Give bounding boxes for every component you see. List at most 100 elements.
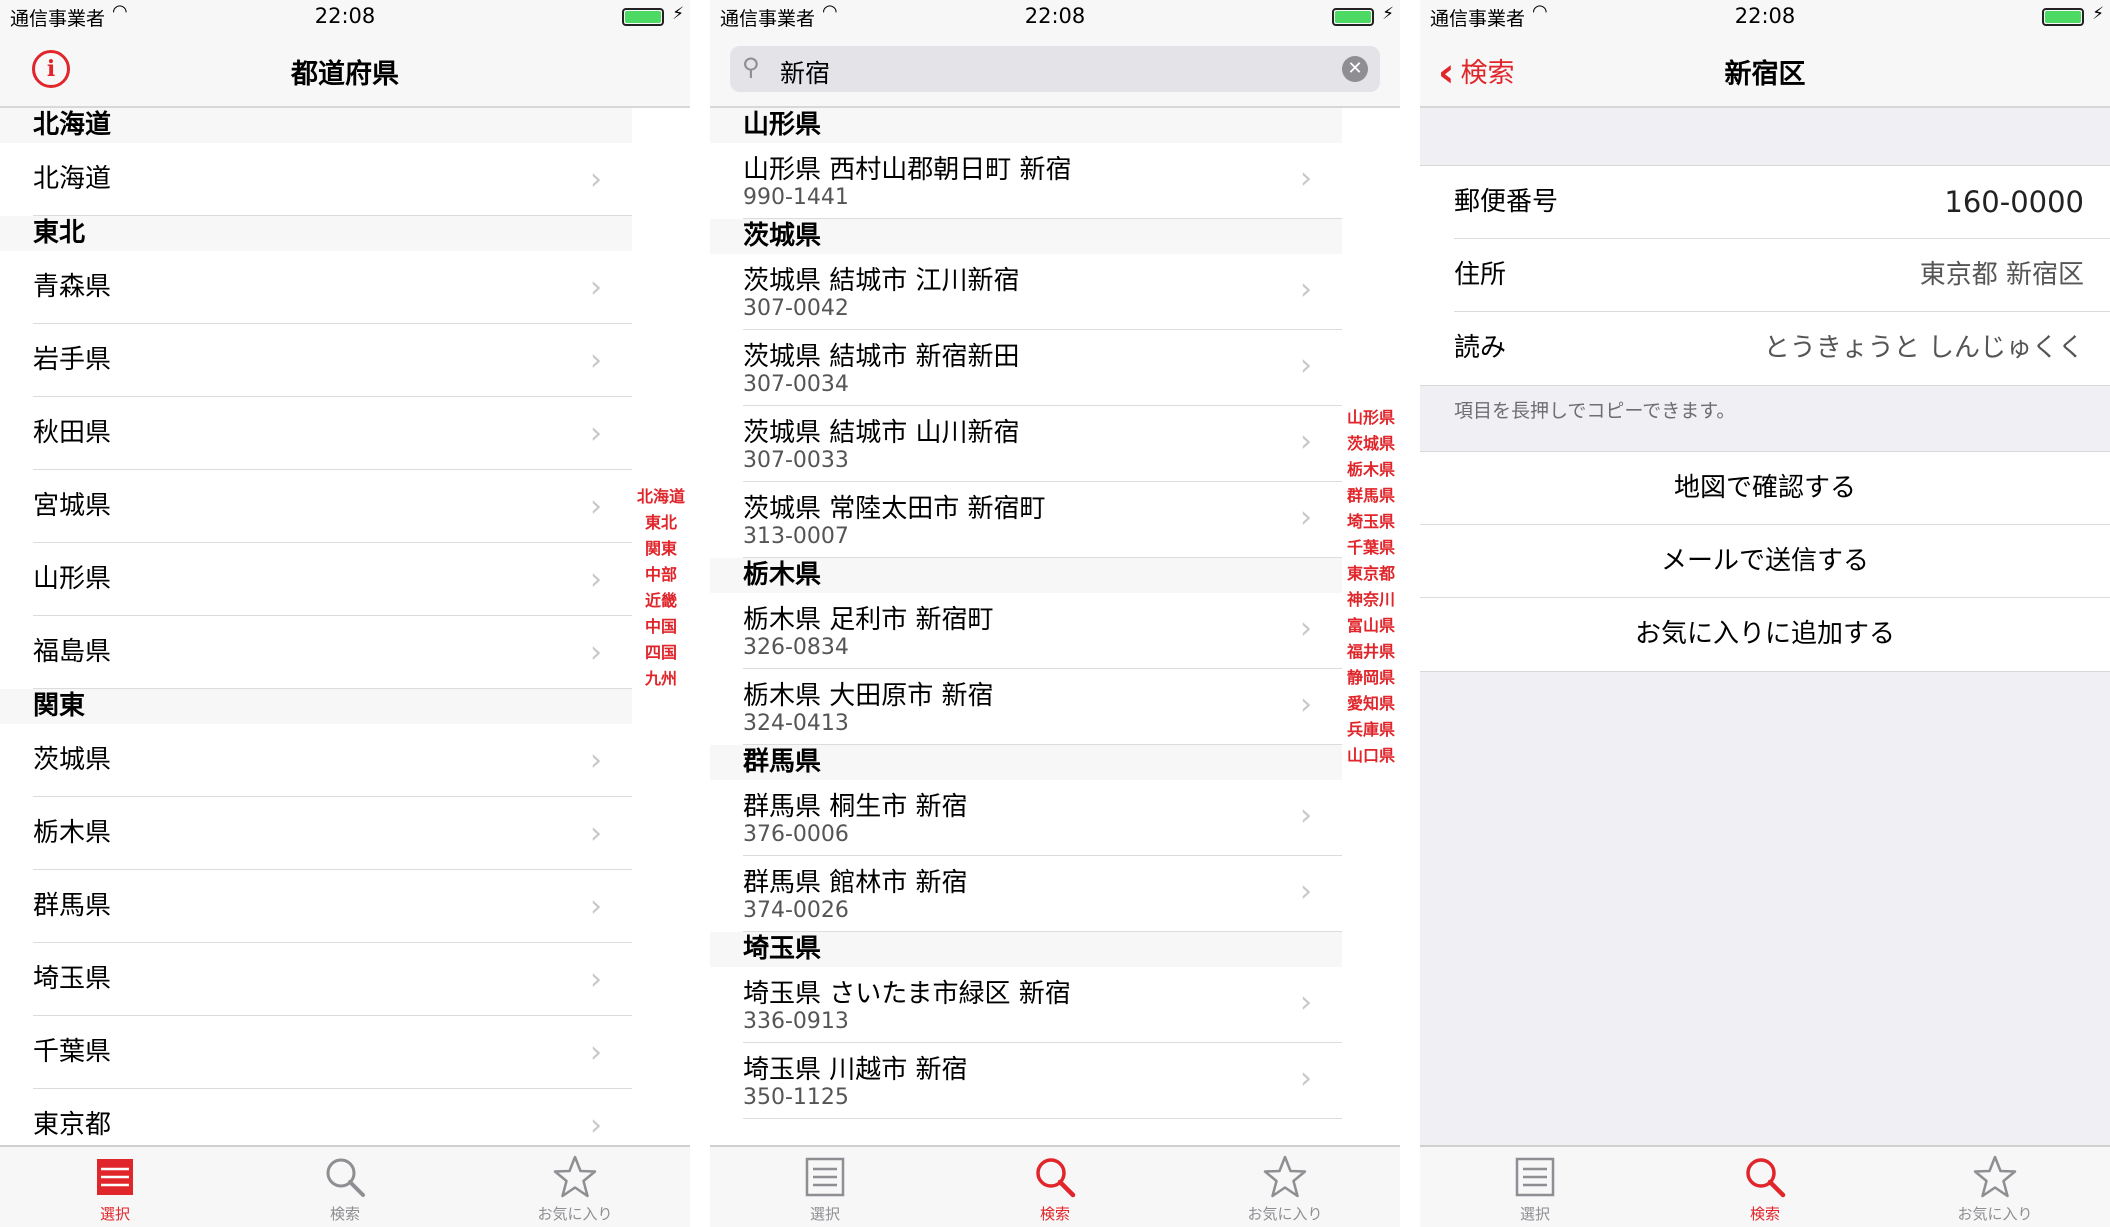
index-entry[interactable]: 埼玉県 bbox=[1342, 509, 1400, 535]
result-row[interactable]: 茨城県 常陸太田市 新宿町 313-0007 › bbox=[743, 482, 1342, 558]
result-row[interactable]: 群馬県 桐生市 新宿 376-0006 › bbox=[743, 780, 1342, 856]
list-item[interactable]: 青森県 › bbox=[33, 251, 632, 324]
tab-label: お気に入り bbox=[1247, 1205, 1323, 1223]
result-zip: 307-0042 bbox=[743, 296, 849, 321]
list-item-label: 福島県 bbox=[33, 637, 112, 667]
tab-select[interactable]: 選択 bbox=[0, 1153, 230, 1224]
list-item-label: 北海道 bbox=[33, 164, 112, 194]
index-entry[interactable]: 山形県 bbox=[1342, 405, 1400, 431]
section-index[interactable]: 山形県 茨城県 栃木県 群馬県 埼玉県 千葉県 東京都 神奈川 富山県 福井県 … bbox=[1342, 405, 1400, 769]
list-item[interactable]: 岩手県 › bbox=[33, 324, 632, 397]
index-entry[interactable]: 四国 bbox=[632, 640, 690, 666]
chevron-right-icon: › bbox=[1300, 424, 1312, 459]
index-entry[interactable]: 千葉県 bbox=[1342, 535, 1400, 561]
list-item[interactable]: 秋田県 › bbox=[33, 397, 632, 470]
add-favorite-button[interactable]: お気に入りに追加する bbox=[1420, 598, 2110, 671]
action-group: 地図で確認する メールで送信する お気に入りに追加する bbox=[1420, 451, 2110, 672]
tab-favorites[interactable]: お気に入り bbox=[1880, 1153, 2110, 1224]
index-entry[interactable]: 東京都 bbox=[1342, 561, 1400, 587]
index-entry[interactable]: 茨城県 bbox=[1342, 431, 1400, 457]
tab-bar: 選択 検索 お気に入り bbox=[710, 1145, 1400, 1227]
chevron-right-icon: › bbox=[1300, 1061, 1312, 1096]
result-row[interactable]: 茨城県 結城市 山川新宿 307-0033 › bbox=[743, 406, 1342, 482]
tab-search[interactable]: 検索 bbox=[230, 1153, 460, 1224]
index-entry[interactable]: 東北 bbox=[632, 510, 690, 536]
battery-icon bbox=[1332, 8, 1374, 26]
email-button[interactable]: メールで送信する bbox=[1420, 525, 2110, 598]
result-row[interactable]: 群馬県 館林市 新宿 374-0026 › bbox=[743, 856, 1342, 932]
section-header: 東北 bbox=[0, 216, 632, 251]
battery-icon bbox=[2042, 8, 2084, 26]
list-item[interactable]: 千葉県 › bbox=[33, 1016, 632, 1089]
chevron-right-icon: › bbox=[590, 1035, 602, 1070]
charging-icon: ⚡ bbox=[672, 4, 684, 24]
list-item[interactable]: 福島県 › bbox=[33, 616, 632, 689]
field-row[interactable]: 郵便番号 160-0000 bbox=[1454, 166, 2110, 239]
list-item-label: 東京都 bbox=[33, 1110, 112, 1140]
tab-label: 検索 bbox=[329, 1205, 360, 1223]
chevron-right-icon: › bbox=[590, 343, 602, 378]
tab-bar: 選択 検索 お気に入り bbox=[1420, 1145, 2110, 1227]
page-title: 都道府県 bbox=[291, 59, 399, 90]
tab-search[interactable]: 検索 bbox=[940, 1153, 1170, 1224]
index-entry[interactable]: 北海道 bbox=[632, 484, 690, 510]
field-row[interactable]: 住所 東京都 新宿区 bbox=[1454, 239, 2110, 312]
index-entry[interactable]: 近畿 bbox=[632, 588, 690, 614]
field-row[interactable]: 読み とうきょうと しんじゅくく bbox=[1454, 312, 2110, 385]
list-item[interactable]: 山形県 › bbox=[33, 543, 632, 616]
list-item[interactable]: 埼玉県 › bbox=[33, 943, 632, 1016]
index-entry[interactable]: 中国 bbox=[632, 614, 690, 640]
page-title: 新宿区 bbox=[1724, 59, 1806, 90]
list-item[interactable]: 茨城県 › bbox=[33, 724, 632, 797]
index-entry[interactable]: 神奈川 bbox=[1342, 587, 1400, 613]
prefecture-list-screen: 通信事業者 ◠ 22:08 ⚡ i 都道府県 北海道 北海道 › 東北 青森県 › … bbox=[0, 0, 690, 1227]
index-entry[interactable]: 中部 bbox=[632, 562, 690, 588]
tab-select[interactable]: 選択 bbox=[1420, 1153, 1650, 1224]
tab-select[interactable]: 選択 bbox=[710, 1153, 940, 1224]
section-header: 埼玉県 bbox=[710, 932, 1342, 967]
result-row[interactable]: 栃木県 足利市 新宿町 326-0834 › bbox=[743, 593, 1342, 669]
chevron-right-icon: › bbox=[1300, 348, 1312, 383]
search-input[interactable]: ⚲ 新宿 ✕ bbox=[730, 46, 1380, 92]
list-item[interactable]: 宮城県 › bbox=[33, 470, 632, 543]
index-entry[interactable]: 山口県 bbox=[1342, 743, 1400, 769]
result-zip: 313-0007 bbox=[743, 524, 849, 549]
list-item[interactable]: 北海道 › bbox=[33, 143, 632, 216]
index-entry[interactable]: 栃木県 bbox=[1342, 457, 1400, 483]
clear-icon[interactable]: ✕ bbox=[1342, 56, 1368, 82]
result-row[interactable]: 栃木県 大田原市 新宿 324-0413 › bbox=[743, 669, 1342, 745]
result-row[interactable]: 埼玉県 川越市 新宿 350-1125 › bbox=[743, 1043, 1342, 1119]
result-address: 茨城県 結城市 江川新宿 bbox=[743, 266, 1020, 296]
detail-fields: 郵便番号 160-0000 住所 東京都 新宿区 読み とうきょうと しんじゅくく bbox=[1420, 165, 2110, 386]
list-item[interactable]: 群馬県 › bbox=[33, 870, 632, 943]
result-address: 埼玉県 川越市 新宿 bbox=[743, 1055, 968, 1085]
index-entry[interactable]: 静岡県 bbox=[1342, 665, 1400, 691]
result-row[interactable]: 茨城県 結城市 新宿新田 307-0034 › bbox=[743, 330, 1342, 406]
result-row[interactable]: 埼玉県 さいたま市緑区 新宿 336-0913 › bbox=[743, 967, 1342, 1043]
star-icon bbox=[1973, 1155, 2017, 1198]
section-index[interactable]: 北海道 東北 関東 中部 近畿 中国 四国 九州 bbox=[632, 484, 690, 692]
result-address: 埼玉県 さいたま市緑区 新宿 bbox=[743, 979, 1071, 1009]
chevron-right-icon: › bbox=[1300, 611, 1312, 646]
index-entry[interactable]: 群馬県 bbox=[1342, 483, 1400, 509]
index-entry[interactable]: 関東 bbox=[632, 536, 690, 562]
index-entry[interactable]: 兵庫県 bbox=[1342, 717, 1400, 743]
list-item[interactable]: 栃木県 › bbox=[33, 797, 632, 870]
map-button[interactable]: 地図で確認する bbox=[1420, 452, 2110, 525]
tab-favorites[interactable]: お気に入り bbox=[1170, 1153, 1400, 1224]
chevron-right-icon: › bbox=[590, 743, 602, 778]
result-address: 栃木県 足利市 新宿町 bbox=[743, 605, 994, 635]
index-entry[interactable]: 愛知県 bbox=[1342, 691, 1400, 717]
tab-favorites[interactable]: お気に入り bbox=[460, 1153, 690, 1224]
prefecture-list: 北海道 北海道 › 東北 青森県 › 岩手県 › 秋田県 › 宮城県 › 山形県 › 福島県… bbox=[0, 108, 632, 1162]
chevron-right-icon: › bbox=[590, 270, 602, 305]
result-row[interactable]: 山形県 西村山郡朝日町 新宿 990-1441 › bbox=[743, 143, 1342, 219]
result-row[interactable]: 茨城県 結城市 江川新宿 307-0042 › bbox=[743, 254, 1342, 330]
status-bar: 通信事業者 ◠ 22:08 ⚡ bbox=[0, 0, 690, 32]
index-entry[interactable]: 富山県 bbox=[1342, 613, 1400, 639]
index-entry[interactable]: 九州 bbox=[632, 666, 690, 692]
list-item-label: 秋田県 bbox=[33, 418, 112, 448]
index-entry[interactable]: 福井県 bbox=[1342, 639, 1400, 665]
field-label: 住所 bbox=[1454, 260, 1507, 290]
tab-search[interactable]: 検索 bbox=[1650, 1153, 1880, 1224]
